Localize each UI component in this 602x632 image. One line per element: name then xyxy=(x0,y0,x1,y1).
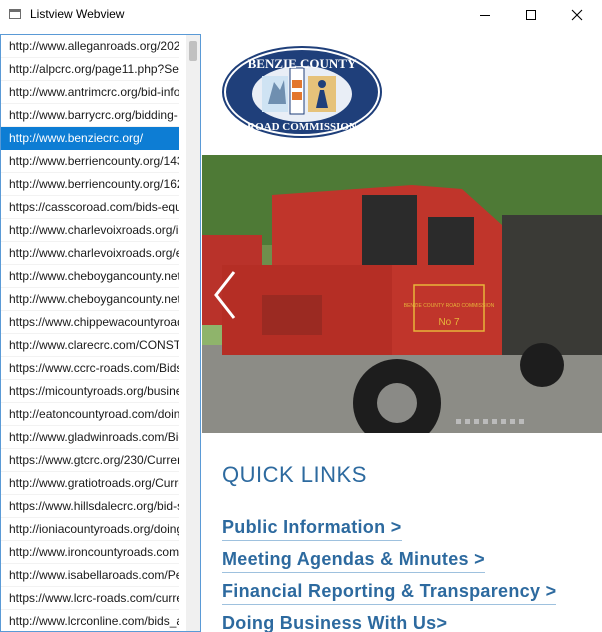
minimize-button[interactable] xyxy=(462,0,508,30)
hero-carousel[interactable]: BENZIE COUNTY ROAD COMMISSION No 7 xyxy=(202,155,602,447)
link-meeting-agendas[interactable]: Meeting Agendas & Minutes > xyxy=(222,549,485,573)
window-title: Listview Webview xyxy=(30,7,125,21)
list-item[interactable]: http://alpcrc.org/page11.php?Ses xyxy=(1,58,179,81)
carousel-dot[interactable] xyxy=(492,419,497,424)
maximize-icon xyxy=(526,10,536,20)
list-item[interactable]: http://www.lcrconline.com/bids_a xyxy=(1,610,179,631)
list-item[interactable]: https://www.ccrc-roads.com/Bids/E xyxy=(1,357,179,380)
benzie-county-logo[interactable]: BENZIE COUNTY ROAD COMMISSION xyxy=(222,46,382,138)
truck-number: No 7 xyxy=(438,317,460,328)
title-bar: Listview Webview xyxy=(0,0,602,30)
logo-text-bottom: ROAD COMMISSION xyxy=(247,121,357,133)
close-button[interactable] xyxy=(554,0,600,30)
link-doing-business[interactable]: Doing Business With Us> xyxy=(222,613,447,632)
scrollbar-thumb[interactable] xyxy=(189,41,197,61)
list-item[interactable]: http://www.charlevoixroads.org/ec xyxy=(1,242,179,265)
list-item-selected[interactable]: http://www.benziecrc.org/ xyxy=(1,127,179,150)
url-listview[interactable]: http://www.alleganroads.org/2020 http://… xyxy=(0,34,201,632)
list-item[interactable]: http://www.berriencounty.org/162 xyxy=(1,173,179,196)
carousel-dot[interactable] xyxy=(456,419,461,424)
list-item[interactable]: http://ioniacountyroads.org/doing xyxy=(1,518,179,541)
list-item[interactable]: https://micountyroads.org/busine xyxy=(1,380,179,403)
list-item[interactable]: https://www.lcrc-roads.com/curre xyxy=(1,587,179,610)
quick-links-heading: QUICK LINKS xyxy=(222,462,367,487)
list-item[interactable]: http://www.barrycrc.org/bidding- xyxy=(1,104,179,127)
list-rows: http://www.alleganroads.org/2020 http://… xyxy=(1,35,200,631)
webview[interactable]: BENZIE COUNTY ROAD COMMISSION BENZIE COU… xyxy=(202,30,602,632)
list-item[interactable]: http://www.alleganroads.org/2020 xyxy=(1,35,179,58)
list-item[interactable]: https://casscoroad.com/bids-equi xyxy=(1,196,179,219)
list-item[interactable]: http://www.gladwinroads.com/Bid xyxy=(1,426,179,449)
list-item[interactable]: http://eatoncountyroad.com/doin xyxy=(1,403,179,426)
truck-door-text: BENZIE COUNTY ROAD COMMISSION xyxy=(404,303,495,309)
list-item[interactable]: http://www.isabellaroads.com/Per xyxy=(1,564,179,587)
minimize-icon xyxy=(480,14,490,16)
list-item[interactable]: https://www.chippewacountyroad xyxy=(1,311,179,334)
carousel-dot[interactable] xyxy=(501,419,506,424)
maximize-button[interactable] xyxy=(508,0,554,30)
carousel-dot[interactable] xyxy=(510,419,515,424)
carousel-dot[interactable] xyxy=(465,419,470,424)
hero-image: BENZIE COUNTY ROAD COMMISSION No 7 xyxy=(202,155,602,447)
list-item[interactable]: http://www.berriencounty.org/143 xyxy=(1,150,179,173)
link-financial-reporting[interactable]: Financial Reporting & Transparency > xyxy=(222,581,557,605)
list-item[interactable]: http://www.charlevoixroads.org/ir xyxy=(1,219,179,242)
close-icon xyxy=(571,9,583,21)
list-item[interactable]: http://www.clarecrc.com/CONSTR xyxy=(1,334,179,357)
list-item[interactable]: https://www.hillsdalecrc.org/bid-s xyxy=(1,495,179,518)
link-public-information[interactable]: Public Information > xyxy=(222,517,402,541)
list-item[interactable]: http://www.gratiotroads.org/Curre xyxy=(1,472,179,495)
list-item[interactable]: http://www.cheboygancounty.net/ xyxy=(1,288,179,311)
list-scrollbar[interactable] xyxy=(186,35,200,631)
logo-text-top: BENZIE COUNTY xyxy=(248,56,357,71)
list-item[interactable]: http://www.cheboygancounty.net/ xyxy=(1,265,179,288)
carousel-dot[interactable] xyxy=(483,419,488,424)
carousel-prev-icon[interactable] xyxy=(212,270,238,320)
carousel-dot[interactable] xyxy=(474,419,479,424)
app-icon xyxy=(9,9,21,19)
carousel-indicators xyxy=(456,419,524,424)
list-item[interactable]: http://www.ironcountyroads.com/ xyxy=(1,541,179,564)
carousel-dot[interactable] xyxy=(519,419,524,424)
list-item[interactable]: http://www.antrimcrc.org/bid-info xyxy=(1,81,179,104)
list-item[interactable]: https://www.gtcrc.org/230/Curren xyxy=(1,449,179,472)
